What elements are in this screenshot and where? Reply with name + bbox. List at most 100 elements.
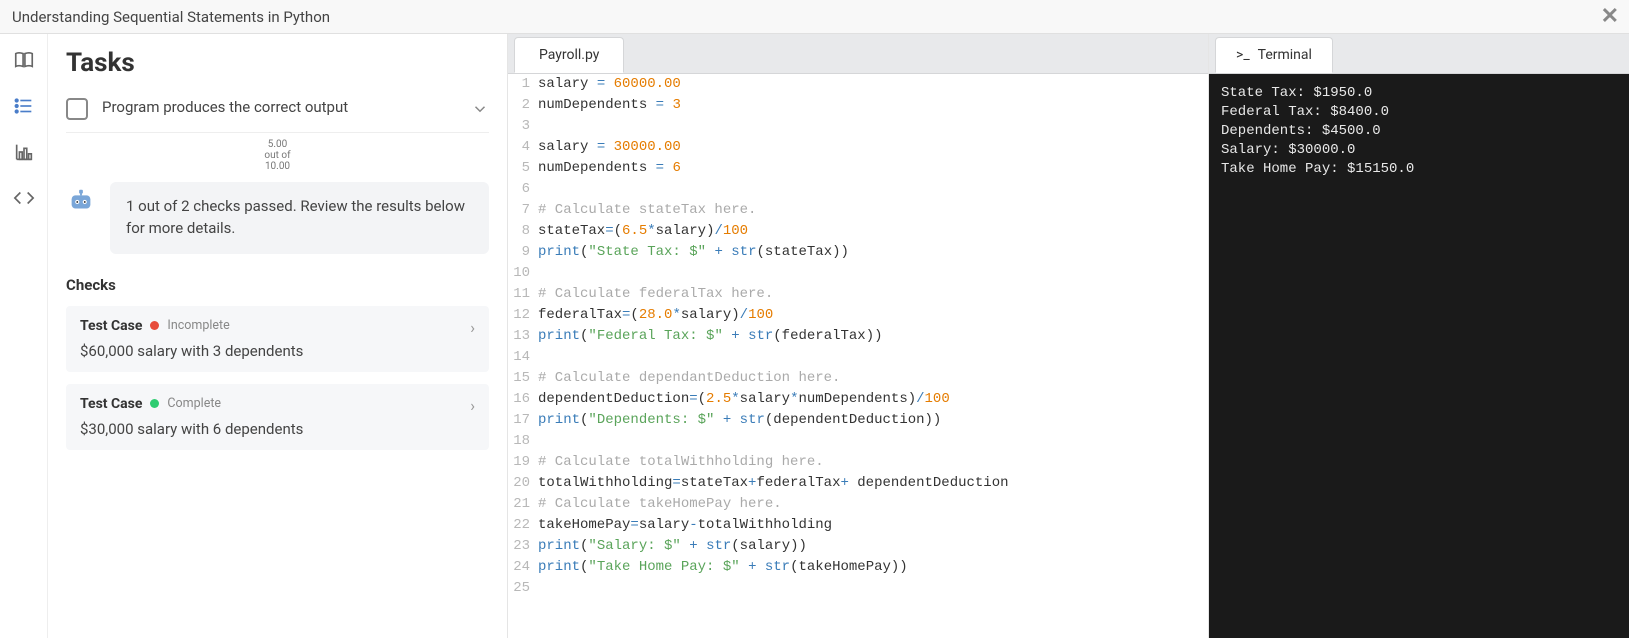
- chart-icon[interactable]: [12, 140, 36, 164]
- code-line[interactable]: 14: [508, 347, 1208, 368]
- status-dot-icon: [150, 321, 159, 330]
- tab-terminal[interactable]: >_ Terminal: [1215, 37, 1333, 73]
- page-title: Understanding Sequential Statements in P…: [12, 8, 330, 26]
- code-line[interactable]: 16dependentDeduction=(2.5*salary*numDepe…: [508, 389, 1208, 410]
- line-number: 8: [508, 221, 538, 242]
- line-number: 18: [508, 431, 538, 452]
- code-line[interactable]: 22takeHomePay=salary-totalWithholding: [508, 515, 1208, 536]
- line-number: 20: [508, 473, 538, 494]
- code-line[interactable]: 1salary = 60000.00: [508, 74, 1208, 95]
- test-case-label: Test Case: [80, 396, 142, 412]
- chevron-down-icon[interactable]: [471, 96, 489, 122]
- code-line[interactable]: 12federalTax=(28.0*salary)/100: [508, 305, 1208, 326]
- main-layout: Tasks Program produces the correct outpu…: [0, 34, 1629, 638]
- code-line[interactable]: 2numDependents = 3: [508, 95, 1208, 116]
- score-num: 5.00: [268, 139, 288, 150]
- test-case-card[interactable]: Test CaseIncomplete$60,000 salary with 3…: [66, 306, 489, 372]
- code-content: takeHomePay=salary-totalWithholding: [538, 515, 832, 536]
- code-content: # Calculate stateTax here.: [538, 200, 756, 221]
- code-line[interactable]: 20totalWithholding=stateTax+federalTax+ …: [508, 473, 1208, 494]
- code-content: dependentDeduction=(2.5*salary*numDepend…: [538, 389, 950, 410]
- code-line[interactable]: 10: [508, 263, 1208, 284]
- code-line[interactable]: 23print("Salary: $" + str(salary)): [508, 536, 1208, 557]
- terminal-output[interactable]: State Tax: $1950.0 Federal Tax: $8400.0 …: [1209, 74, 1629, 638]
- robot-message: 1 out of 2 checks passed. Review the res…: [110, 182, 489, 254]
- code-line[interactable]: 6: [508, 179, 1208, 200]
- line-number: 11: [508, 284, 538, 305]
- code-line[interactable]: 24print("Take Home Pay: $" + str(takeHom…: [508, 557, 1208, 578]
- titlebar: Understanding Sequential Statements in P…: [0, 0, 1629, 34]
- code-content: # Calculate federalTax here.: [538, 284, 773, 305]
- code-line[interactable]: 18: [508, 431, 1208, 452]
- code-content: print("Take Home Pay: $" + str(takeHomeP…: [538, 557, 908, 578]
- line-number: 21: [508, 494, 538, 515]
- terminal-prompt-icon: >_: [1236, 47, 1250, 63]
- test-case-card[interactable]: Test Case Complete $30,000 salary with 6 d…: [66, 384, 489, 450]
- code-content: print("Federal Tax: $" + str(federalTax)…: [538, 326, 883, 347]
- chevron-right-icon[interactable]: ›: [470, 318, 475, 337]
- line-number: 4: [508, 137, 538, 158]
- robot-icon: [66, 186, 96, 216]
- code-line[interactable]: 17print("Dependents: $" + str(dependentD…: [508, 410, 1208, 431]
- code-line[interactable]: 13print("Federal Tax: $" + str(federalTa…: [508, 326, 1208, 347]
- code-content: print("Salary: $" + str(salary)): [538, 536, 807, 557]
- terminal-pane: >_ Terminal State Tax: $1950.0 Federal T…: [1209, 34, 1629, 638]
- code-content: # Calculate totalWithholding here.: [538, 452, 824, 473]
- tasks-pane: Tasks Program produces the correct outpu…: [48, 34, 508, 638]
- code-content: numDependents = 6: [538, 158, 681, 179]
- tasks-heading: Tasks: [66, 48, 489, 78]
- line-number: 7: [508, 200, 538, 221]
- code-line[interactable]: 7# Calculate stateTax here.: [508, 200, 1208, 221]
- code-icon[interactable]: [12, 186, 36, 210]
- checks-heading: Checks: [66, 276, 489, 294]
- robot-row: 1 out of 2 checks passed. Review the res…: [66, 182, 489, 254]
- editor-tabs: Payroll.py: [508, 34, 1208, 74]
- code-content: federalTax=(28.0*salary)/100: [538, 305, 773, 326]
- book-icon[interactable]: [12, 48, 36, 72]
- code-line[interactable]: 3: [508, 116, 1208, 137]
- line-number: 2: [508, 95, 538, 116]
- line-number: 9: [508, 242, 538, 263]
- task-checkbox[interactable]: [66, 98, 88, 120]
- line-number: 12: [508, 305, 538, 326]
- code-content: salary = 30000.00: [538, 137, 681, 158]
- close-icon[interactable]: ✕: [1601, 4, 1619, 29]
- code-editor[interactable]: 1salary = 60000.002numDependents = 334sa…: [508, 74, 1208, 638]
- code-line[interactable]: 25: [508, 578, 1208, 599]
- list-icon[interactable]: [12, 94, 36, 118]
- code-line[interactable]: 5numDependents = 6: [508, 158, 1208, 179]
- task-row[interactable]: Program produces the correct output: [66, 96, 489, 133]
- editor-pane: Payroll.py 1salary = 60000.002numDepende…: [508, 34, 1209, 638]
- code-line[interactable]: 9print("State Tax: $" + str(stateTax)): [508, 242, 1208, 263]
- line-number: 22: [508, 515, 538, 536]
- code-line[interactable]: 21# Calculate takeHomePay here.: [508, 494, 1208, 515]
- line-number: 13: [508, 326, 538, 347]
- code-content: print("Dependents: $" + str(dependentDed…: [538, 410, 941, 431]
- line-number: 1: [508, 74, 538, 95]
- test-case-desc: $60,000 salary with 3 dependents: [80, 342, 475, 360]
- line-number: 5: [508, 158, 538, 179]
- chevron-right-icon[interactable]: ›: [470, 396, 475, 415]
- code-line[interactable]: 8stateTax=(6.5*salary)/100: [508, 221, 1208, 242]
- line-number: 3: [508, 116, 538, 137]
- tab-payroll[interactable]: Payroll.py: [514, 37, 624, 73]
- test-case-desc: $30,000 salary with 6 dependents: [80, 420, 475, 438]
- code-line[interactable]: 11# Calculate federalTax here.: [508, 284, 1208, 305]
- test-case-status: Incomplete: [167, 318, 229, 333]
- code-line[interactable]: 19# Calculate totalWithholding here.: [508, 452, 1208, 473]
- line-number: 17: [508, 410, 538, 431]
- code-content: print("State Tax: $" + str(stateTax)): [538, 242, 849, 263]
- sidebar: [0, 34, 48, 638]
- task-score: 5.00 out of 10.00: [66, 139, 489, 172]
- code-line[interactable]: 4salary = 30000.00: [508, 137, 1208, 158]
- code-content: # Calculate takeHomePay here.: [538, 494, 782, 515]
- code-content: stateTax=(6.5*salary)/100: [538, 221, 748, 242]
- code-content: # Calculate dependantDeduction here.: [538, 368, 840, 389]
- terminal-tabs: >_ Terminal: [1209, 34, 1629, 74]
- status-dot-icon: [150, 399, 159, 408]
- terminal-tab-label: Terminal: [1258, 47, 1312, 63]
- line-number: 16: [508, 389, 538, 410]
- test-case-status: Complete: [167, 396, 221, 411]
- code-line[interactable]: 15# Calculate dependantDeduction here.: [508, 368, 1208, 389]
- line-number: 14: [508, 347, 538, 368]
